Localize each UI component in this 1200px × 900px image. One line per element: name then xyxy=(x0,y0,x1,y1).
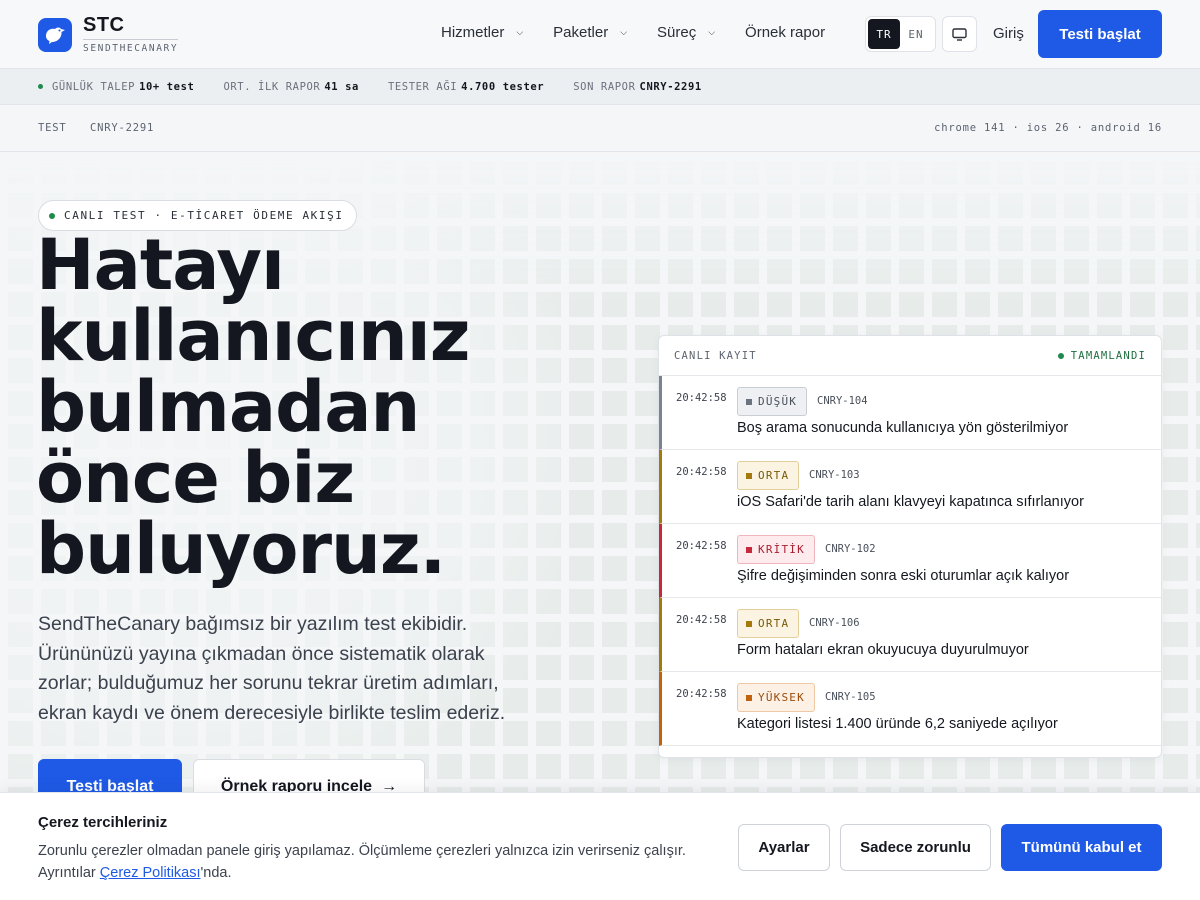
log-time: 20:42:58 xyxy=(676,540,727,552)
nav-item-label: Örnek rapor xyxy=(745,24,826,41)
site-header: STC SENDTHECANARY Hizmetler ⌵ Paketler ⌵… xyxy=(0,0,1200,69)
lang-en-button[interactable]: EN xyxy=(900,19,932,49)
live-dot-icon xyxy=(38,84,43,89)
test-id: CNRY-2291 xyxy=(90,122,155,134)
stats-ticker: GÜNLÜK TALEP 10+ test ORT. İLK RAPOR 41 sa… xyxy=(0,69,1200,105)
log-time: 20:42:58 xyxy=(676,466,727,478)
log-row[interactable]: 20:42:58 YÜKSEK CNRY-105 Kategori listes… xyxy=(659,672,1161,746)
nav-item-label: Hizmetler xyxy=(441,24,505,41)
log-time: 20:42:58 xyxy=(676,688,727,700)
live-log-panel: CANLI KAYIT TAMAMLANDI 20:42:58 DÜŞÜK CN… xyxy=(658,335,1162,758)
test-info-bar: TEST CNRY-2291 chrome 141 · ios 26 · and… xyxy=(0,105,1200,152)
severity-square-icon xyxy=(746,546,752,553)
cookie-text: Zorunlu çerezler olmadan panele giriş ya… xyxy=(38,843,686,881)
severity-square-icon xyxy=(746,398,752,405)
chevron-down-icon: ⌵ xyxy=(620,27,628,37)
hero-description: SendTheCanary bağımsız bir yazılım test … xyxy=(38,613,506,724)
nav-item-label: Süreç xyxy=(657,24,697,41)
language-switcher: TR EN xyxy=(865,16,936,52)
severity-badge: KRİTİK xyxy=(737,535,815,564)
live-dot-icon xyxy=(49,212,55,219)
cookie-banner: Çerez tercihleriniz Zorunlu çerezler olm… xyxy=(0,792,1200,900)
chevron-down-icon: ⌵ xyxy=(516,27,524,37)
cookie-accept-all-button[interactable]: Tümünü kabul et xyxy=(1001,824,1162,871)
log-row[interactable]: 20:42:58 DÜŞÜK CNRY-104 Boş arama sonucu… xyxy=(659,376,1161,450)
canary-bird-icon xyxy=(38,18,72,52)
test-environments: chrome 141 · ios 26 · android 16 xyxy=(934,122,1162,134)
panel-header: CANLI KAYIT TAMAMLANDI xyxy=(659,336,1161,376)
login-link[interactable]: Giriş xyxy=(993,25,1024,42)
nav-item-label: Paketler xyxy=(553,24,609,41)
status-dot-icon xyxy=(1057,352,1064,359)
issue-id: CNRY-104 xyxy=(817,395,868,407)
nav-item-ornek-rapor[interactable]: Örnek rapor xyxy=(745,24,825,41)
log-message: iOS Safari'de tarih alanı klavyeyi kapat… xyxy=(737,494,1084,510)
log-message: Form hataları ekran okuyucuya duyurulmuy… xyxy=(737,642,1029,658)
log-message: Kategori listesi 1.400 üründe 6,2 saniye… xyxy=(737,716,1058,732)
cookie-settings-button[interactable]: Ayarlar xyxy=(738,824,830,871)
log-row[interactable]: 20:42:58 ORTA CNRY-103 iOS Safari'de tar… xyxy=(659,450,1161,524)
stat-item: ORT. İLK RAPOR 41 sa xyxy=(223,80,359,93)
hero-title: Hatayı kullanıcınız bulmadan önce biz bu… xyxy=(36,224,471,590)
severity-badge: ORTA xyxy=(737,461,800,490)
cookie-necessary-only-button[interactable]: Sadece zorunlu xyxy=(840,824,991,871)
stat-item: GÜNLÜK TALEP 10+ test xyxy=(52,80,195,93)
log-row[interactable]: 20:42:58 KRİTİK CNRY-102 Şifre değişimin… xyxy=(659,524,1161,598)
stat-item: TESTER AĞI 4.700 tester xyxy=(387,80,545,93)
severity-square-icon xyxy=(746,694,752,701)
stat-item: SON RAPOR CNRY-2291 xyxy=(573,80,702,93)
issue-id: CNRY-105 xyxy=(825,691,876,703)
brand-name: STC xyxy=(83,14,125,36)
severity-badge: YÜKSEK xyxy=(737,683,815,712)
main-nav: Hizmetler ⌵ Paketler ⌵ Süreç ⌵ Örnek rap… xyxy=(441,24,855,41)
brand-tagline: SENDTHECANARY xyxy=(83,39,179,54)
lang-tr-button[interactable]: TR xyxy=(868,19,900,49)
severity-badge: ORTA xyxy=(737,609,800,638)
issue-id: CNRY-102 xyxy=(825,543,876,555)
monitor-icon xyxy=(952,27,967,41)
severity-badge: DÜŞÜK xyxy=(737,387,808,416)
status-badge: TAMAMLANDI xyxy=(1057,350,1146,362)
log-row[interactable]: 20:42:58 ORTA CNRY-106 Form hataları ekr… xyxy=(659,598,1161,672)
severity-square-icon xyxy=(746,620,752,627)
theme-toggle-button[interactable] xyxy=(942,16,977,52)
cookie-title: Çerez tercihleriniz xyxy=(38,814,168,831)
logo[interactable]: STC SENDTHECANARY xyxy=(38,14,179,54)
log-time: 20:42:58 xyxy=(676,392,727,404)
nav-item-paketler[interactable]: Paketler ⌵ xyxy=(553,24,627,41)
panel-title: CANLI KAYIT xyxy=(674,349,757,362)
cookie-policy-link[interactable]: Çerez Politikası xyxy=(100,865,201,881)
start-test-button[interactable]: Testi başlat xyxy=(1038,10,1162,58)
issue-id: CNRY-106 xyxy=(809,617,860,629)
log-message: Şifre değişiminden sonra eski oturumlar … xyxy=(737,568,1070,584)
log-message: Boş arama sonucunda kullanıcıya yön göst… xyxy=(737,420,1069,436)
chevron-down-icon: ⌵ xyxy=(708,27,716,37)
issue-id: CNRY-103 xyxy=(809,469,860,481)
log-time: 20:42:58 xyxy=(676,614,727,626)
nav-item-hizmetler[interactable]: Hizmetler ⌵ xyxy=(441,24,523,41)
severity-square-icon xyxy=(746,472,752,479)
test-label: TEST xyxy=(38,122,67,134)
nav-item-surec[interactable]: Süreç ⌵ xyxy=(657,24,715,41)
